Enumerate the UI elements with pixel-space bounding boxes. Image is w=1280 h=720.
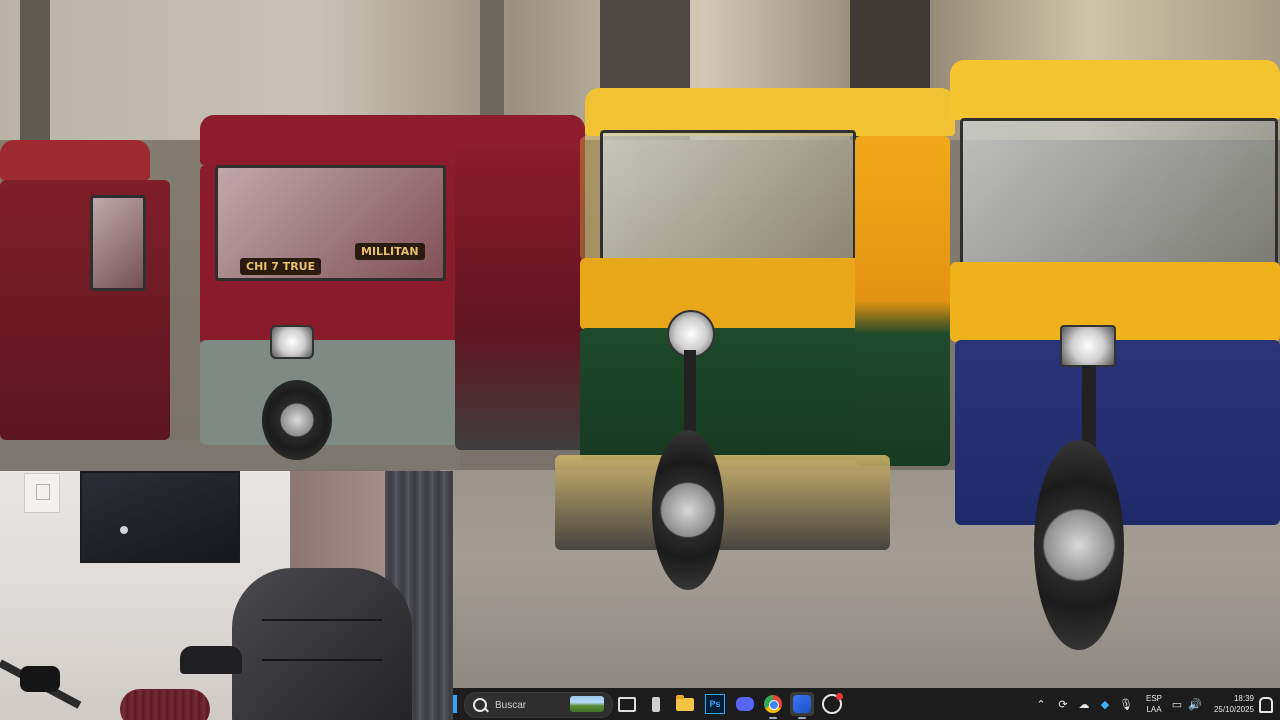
headlight: [1060, 325, 1116, 367]
taskbar: Buscar Ps ⌃ ⟳ ☁ ◆ 🎙 ESP LAA ▭ 🔊 18:39 25…: [453, 688, 1280, 720]
chevron-up-icon: ⌃: [1036, 698, 1046, 711]
mototaxi-side: [455, 150, 585, 450]
task-view-button[interactable]: [615, 692, 639, 716]
facade-pillar: [20, 0, 50, 140]
chair-seam: [262, 659, 382, 661]
mototaxi-yellow-panel: [580, 258, 860, 330]
search-placeholder: Buscar: [495, 699, 527, 711]
usb-device-icon: [652, 696, 660, 712]
webcam-overlay: [0, 471, 453, 720]
search-box[interactable]: Buscar: [464, 692, 613, 718]
front-wheel: [652, 430, 724, 590]
mototaxi-windshield: [960, 118, 1278, 269]
tray-overflow-button[interactable]: ⌃: [1033, 688, 1049, 720]
recording-dot: [836, 693, 843, 700]
mototaxi-roof: [585, 88, 955, 136]
tray-sync-button[interactable]: ⟳: [1055, 688, 1071, 720]
tray-network-button[interactable]: ▭: [1169, 688, 1185, 720]
xbox-game-bar-icon: [793, 695, 811, 713]
mototaxi-green-panel: [580, 328, 860, 460]
start-button[interactable]: [453, 695, 457, 713]
tray-mic-button[interactable]: 🎙: [1118, 688, 1134, 720]
microphone-icon: 🎙: [1119, 698, 1133, 711]
search-highlight-image: [570, 696, 604, 712]
search-icon: [473, 698, 487, 712]
keyboard-layout: LAA: [1146, 705, 1162, 714]
language-indicator[interactable]: ESP LAA: [1143, 693, 1165, 715]
mototaxi-sign: CHI 7 TRUE: [240, 258, 322, 275]
front-wheel: [262, 380, 332, 460]
obs-icon: [822, 693, 843, 714]
tray-onedrive-button[interactable]: ☁: [1076, 688, 1092, 720]
chrome-icon: [764, 695, 782, 713]
tv-glare: [120, 526, 128, 534]
game-bar-button[interactable]: [790, 692, 814, 719]
cloud-icon: ☁: [1078, 698, 1090, 711]
front-wheel: [1034, 440, 1124, 650]
photoshop-icon: Ps: [705, 694, 725, 714]
headlight: [270, 325, 314, 359]
mototaxi-roof: [0, 140, 150, 180]
speaker-icon: 🔊: [1188, 698, 1202, 711]
obs-button[interactable]: [820, 692, 844, 716]
tray-security-button[interactable]: ◆: [1097, 688, 1113, 720]
file-explorer-icon: [676, 694, 694, 711]
gaming-chair: [232, 568, 412, 720]
mototaxi-windshield: [600, 130, 856, 264]
discord-icon: [736, 697, 754, 711]
hat: [180, 646, 242, 674]
file-explorer-button[interactable]: [673, 692, 697, 716]
mototaxi-side: [855, 136, 950, 466]
mic-pop-filter: [120, 689, 210, 720]
mototaxi-roof: [950, 60, 1280, 120]
task-view-icon: [618, 696, 636, 712]
chair-seam: [262, 619, 382, 621]
microphone: [20, 666, 60, 692]
mototaxi-window: [90, 195, 146, 291]
clock-date: 25/10/2025: [1213, 705, 1254, 714]
network-icon: ▭: [1171, 698, 1183, 711]
notification-bell-icon[interactable]: [1259, 697, 1273, 713]
sync-icon: ⟳: [1058, 698, 1068, 711]
tray-volume-button[interactable]: 🔊: [1187, 688, 1203, 720]
clock-time: 18:39: [1233, 694, 1254, 703]
language-code: ESP: [1145, 694, 1162, 703]
clock[interactable]: 18:39 25/10/2025: [1206, 693, 1254, 715]
discord-button[interactable]: [733, 692, 757, 716]
wall-tv: [80, 471, 240, 563]
usb-app-button[interactable]: [644, 692, 668, 716]
chrome-button[interactable]: [761, 692, 785, 719]
mototaxi-sign: MILLITAN: [355, 243, 425, 260]
shield-icon: ◆: [1100, 698, 1110, 711]
wall-outlet: [24, 473, 60, 513]
photoshop-button[interactable]: Ps: [703, 692, 727, 716]
